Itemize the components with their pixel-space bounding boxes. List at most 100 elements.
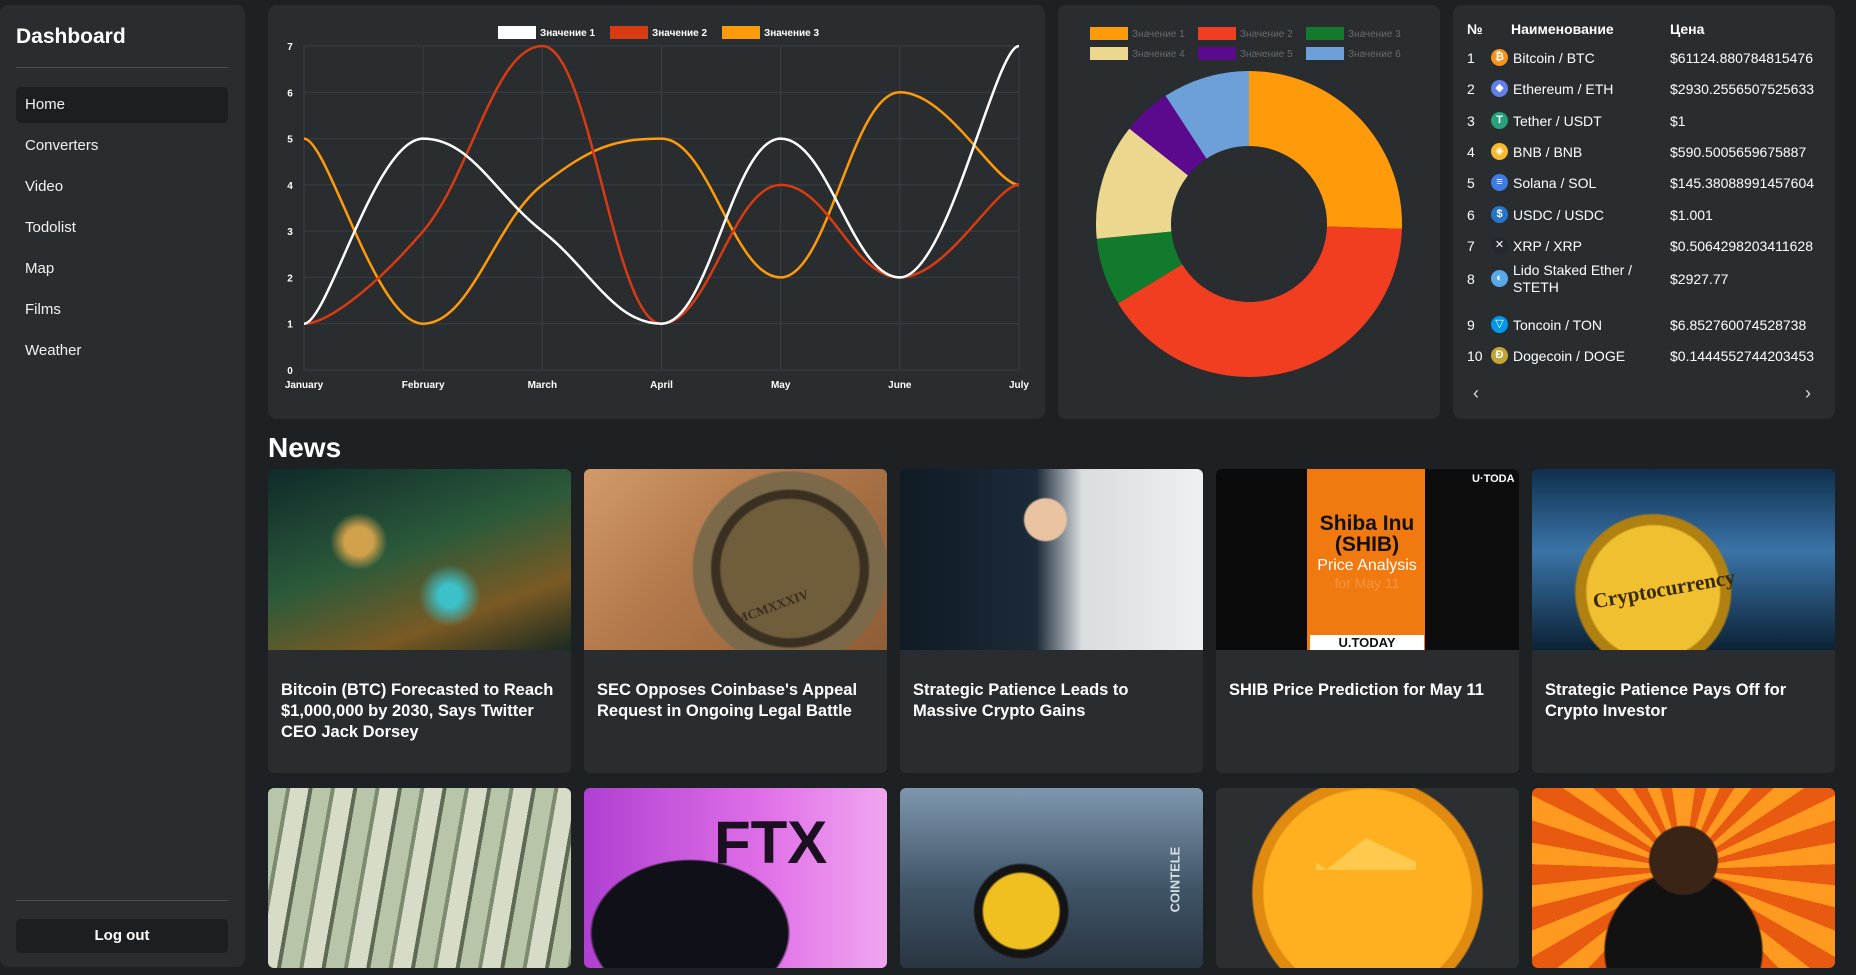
news-card[interactable] [268, 788, 571, 968]
prev-page-button[interactable]: ‹ [1473, 383, 1479, 404]
crypto-name: Solana / SOL [1513, 175, 1597, 191]
y-tick-label: 5 [287, 135, 293, 146]
dogecoin-icon: Ð [1491, 347, 1508, 364]
legend-swatch [1090, 47, 1128, 60]
news-headline: Strategic Patience Pays Off for Crypto I… [1545, 681, 1787, 720]
toncoin-icon: ▽ [1491, 316, 1508, 333]
legend-swatch [1198, 47, 1236, 60]
crypto-name: Tether / USDT [1513, 113, 1602, 129]
news-card[interactable] [1216, 788, 1519, 968]
legend-swatch [1306, 27, 1344, 40]
tether-icon: T [1491, 112, 1508, 129]
ftx-phone-image: FTX [584, 788, 887, 968]
legend-label: Значение 3 [764, 28, 820, 39]
crypto-rank: 9 [1467, 317, 1475, 333]
crypto-price: $0.5064298203411628 [1670, 238, 1814, 254]
y-tick-label: 6 [287, 88, 293, 99]
crypto-name: USDC / USDC [1513, 207, 1605, 223]
col-header-price: Цена [1670, 21, 1705, 37]
news-heading: News [268, 432, 342, 463]
y-tick-label: 2 [287, 273, 293, 284]
news-card[interactable] [1532, 788, 1835, 968]
crypto-rank: 7 [1467, 238, 1475, 254]
image-overlay-title: Shiba Inu (SHIB) [1319, 512, 1415, 556]
news-card[interactable]: COINTELE [900, 788, 1203, 968]
nav-item-converters[interactable]: Converters [16, 128, 228, 164]
col-header-num: № [1467, 21, 1483, 37]
bitcoin-icon: ₿ [1491, 49, 1508, 66]
brand-title: Dashboard [16, 25, 126, 48]
x-tick-label: June [888, 380, 912, 391]
crypto-rank: 8 [1467, 271, 1475, 287]
lido-icon: ◐ [1491, 270, 1508, 287]
line-chart: 0 1 2 3 4 5 6 7 January February March April May June… [285, 26, 1029, 391]
news-card[interactable]: Shiba Inu (SHIB) Price Analysis for May 11… [1216, 469, 1519, 773]
crypto-name: Ethereum / ETH [1513, 81, 1614, 97]
image-overlay-date: for May 11 [1334, 575, 1400, 591]
shiba-inu-analysis-image: Shiba Inu (SHIB) Price Analysis for May 11… [1216, 469, 1519, 650]
x-tick-label: February [402, 380, 445, 391]
cryptocurrency-coin-image: Cryptocurrency [1532, 469, 1835, 650]
y-tick-label: 3 [287, 227, 293, 238]
crypto-name: BNB / BNB [1513, 144, 1583, 160]
man-on-phone-image [900, 469, 1203, 650]
crypto-name: Bitcoin / BTC [1513, 50, 1595, 66]
crypto-price: $1.001 [1670, 207, 1713, 223]
fantasy-crypto-scene-image [268, 469, 571, 650]
news-card[interactable]: Bitcoin (BTC) Forecasted to Reach $1,000… [268, 469, 571, 773]
crypto-name: Dogecoin / DOGE [1513, 348, 1626, 364]
nav-item-video[interactable]: Video [16, 169, 228, 205]
crypto-price: $2930.2556507525633 [1670, 81, 1815, 97]
image-overlay-sub: Price Analysis [1317, 557, 1417, 574]
x-tick-label: April [650, 380, 673, 391]
crypto-name: XRP / XRP [1513, 238, 1582, 254]
bank-coin-image [1216, 788, 1519, 968]
next-page-button[interactable]: › [1805, 383, 1811, 404]
line-chart-card: 0 1 2 3 4 5 6 7 January February March April May June… [268, 5, 1045, 419]
legend-swatch [1306, 47, 1344, 60]
news-card[interactable]: FTX [584, 788, 887, 968]
image-overlay-text: Cryptocurrency [1590, 564, 1738, 614]
image-overlay-text: MCMXXXIV [733, 586, 811, 627]
x-tick-label: March [528, 380, 557, 391]
news-headline: Bitcoin (BTC) Forecasted to Reach $1,000… [281, 681, 554, 741]
news-card[interactable]: Cryptocurrency Strategic Patience Pays Of… [1532, 469, 1835, 773]
crypto-rank: 1 [1467, 50, 1475, 66]
crypto-name: Lido Staked Ether / STETH [1513, 262, 1633, 295]
nav-item-todolist[interactable]: Todolist [16, 210, 228, 246]
col-header-name: Наименование [1511, 21, 1614, 37]
bnb-icon: ◈ [1491, 143, 1508, 160]
brand-divider [16, 67, 228, 68]
sidebar-nav: Home Converters Video Todolist Map Films… [16, 87, 228, 374]
legend-label: Значение 1 [1132, 29, 1185, 40]
nav-item-home[interactable]: Home [16, 87, 228, 123]
legend-swatch [610, 26, 648, 39]
legend-swatch [1090, 27, 1128, 40]
image-overlay-brand-top: U·TODA [1472, 473, 1515, 485]
news-headline: SEC Opposes Coinbase's Appeal Request in… [597, 681, 858, 720]
crypto-price: $6.852760074528738 [1670, 317, 1807, 333]
nav-item-weather[interactable]: Weather [16, 333, 228, 369]
logout-button[interactable]: Log out [16, 919, 228, 953]
crypto-price: $2927.77 [1670, 271, 1729, 287]
nav-item-map[interactable]: Map [16, 251, 228, 287]
solana-icon: ≡ [1491, 174, 1508, 191]
y-tick-label: 1 [287, 320, 293, 331]
doughnut-slice [1249, 71, 1402, 229]
legend-label: Значение 2 [1240, 29, 1293, 40]
image-overlay-brand: U.TODAY [1310, 635, 1424, 650]
news-headline: Strategic Patience Leads to Massive Cryp… [913, 681, 1129, 720]
sidebar: Dashboard Home Converters Video Todolist… [0, 5, 245, 967]
y-tick-label: 4 [287, 181, 293, 192]
x-tick-label: May [771, 380, 791, 391]
crypto-rank: 4 [1467, 144, 1475, 160]
usdc-icon: $ [1491, 206, 1508, 223]
legend-label: Значение 6 [1348, 49, 1401, 60]
news-card[interactable]: MCMXXXIV SEC Opposes Coinbase's Appeal Re… [584, 469, 887, 773]
news-card[interactable]: Strategic Patience Leads to Massive Cryp… [900, 469, 1203, 773]
nav-item-films[interactable]: Films [16, 292, 228, 328]
doughnut-chart: Значение 1 Значение 2 Значение 3 Значение 4… [1090, 27, 1402, 377]
crypto-name: Toncoin / TON [1513, 317, 1602, 333]
legend-label: Значение 5 [1240, 49, 1293, 60]
legend-label: Значение 4 [1132, 49, 1185, 60]
